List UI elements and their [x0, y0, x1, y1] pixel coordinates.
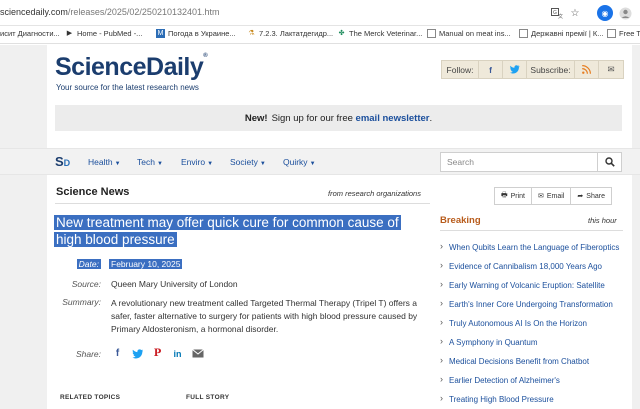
date-label: Date:: [76, 259, 101, 269]
bookmark-item[interactable]: Free T: [607, 29, 640, 38]
breaking-item[interactable]: Treating High Blood Pressure: [440, 393, 625, 405]
twitter-follow-button[interactable]: [503, 61, 527, 78]
follow-subscribe-bar: Follow: f Subscribe: ✉: [441, 60, 624, 79]
bookmark-item[interactable]: Manual on meat ins...: [427, 29, 511, 38]
main-nav-bar: SD Health ▼ Tech ▼ Enviro ▼ Society ▼ Quirky…: [0, 148, 640, 175]
sd-small-logo[interactable]: SD: [55, 154, 70, 169]
breaking-item[interactable]: Earth's Inner Core Undergoing Transforma…: [440, 298, 625, 310]
follow-label: Follow:: [442, 61, 479, 78]
printer-icon: 🖶: [501, 191, 508, 199]
breaking-item[interactable]: Early Warning of Volcanic Eruption: Sate…: [440, 279, 625, 291]
rss-icon: [582, 65, 591, 74]
caret-down-icon: ▼: [114, 161, 121, 167]
svg-text:G: G: [553, 10, 557, 16]
section-title: Science News: [56, 186, 130, 198]
svg-text:文: 文: [558, 13, 563, 19]
bookmark-item[interactable]: M Погода в Украине...: [156, 29, 236, 38]
newsletter-link[interactable]: email newsletter: [356, 113, 430, 124]
facebook-follow-button[interactable]: f: [479, 61, 503, 78]
url-text[interactable]: sciencedaily.com/releases/2025/02/250210…: [0, 7, 220, 17]
nav-society[interactable]: Society ▼: [230, 157, 266, 167]
envelope-icon: ✉: [538, 193, 544, 200]
breaking-item[interactable]: Earlier Detection of Alzheimer's: [440, 374, 625, 386]
email-share-icon[interactable]: [191, 347, 204, 360]
bookmark-item[interactable]: ✤ The Merck Veterinar...: [337, 29, 423, 38]
bookmark-item[interactable]: Державні премії | К...: [519, 29, 604, 38]
related-topics-tab[interactable]: RELATED TOPICS: [60, 394, 120, 401]
breaking-item[interactable]: Medical Decisions Benefit from Chatbot: [440, 355, 625, 367]
article-summary: A revolutionary new treatment called Tar…: [111, 298, 418, 334]
share-button[interactable]: ➦ Share: [571, 188, 611, 204]
divider: [55, 203, 430, 204]
article-headline: New treatment may offer quick cure for c…: [54, 215, 401, 247]
document-icon: [607, 29, 616, 38]
site-logo[interactable]: ScienceDaily®: [55, 53, 208, 82]
share-arrow-icon: ➦: [577, 193, 584, 200]
nav-quirky[interactable]: Quirky ▼: [283, 157, 316, 167]
breaking-news-list: When Qubits Learn the Language of Fibero…: [440, 241, 625, 409]
bookmark-star-icon[interactable]: ☆: [567, 5, 583, 21]
extension-icon[interactable]: ◉: [597, 5, 613, 21]
profile-avatar-icon[interactable]: [617, 5, 633, 21]
bookmark-item[interactable]: исит Диагности...: [0, 29, 60, 38]
bookmarks-bar: исит Диагности... ▶ Home - PubMed -... MП…: [0, 26, 640, 44]
article-date: February 10, 2025: [109, 259, 183, 269]
summary-label: Summary:: [62, 297, 101, 307]
facebook-share-icon[interactable]: f: [111, 347, 124, 360]
rss-subscribe-button[interactable]: [575, 61, 599, 78]
email-button[interactable]: ✉ Email: [532, 188, 572, 204]
breaking-time: this hour: [588, 216, 617, 225]
subscribe-label: Subscribe:: [527, 61, 575, 78]
twitter-icon: [509, 65, 519, 74]
caret-down-icon: ▼: [156, 161, 163, 167]
from-research-label: from research organizations: [328, 189, 421, 198]
share-icons: f P in: [111, 347, 204, 360]
breaking-item[interactable]: When Qubits Learn the Language of Fibero…: [440, 241, 625, 253]
article-source: Queen Mary University of London: [111, 279, 238, 289]
nav-enviro[interactable]: Enviro ▼: [181, 157, 213, 167]
bookmark-item[interactable]: ▶ Home - PubMed -...: [65, 29, 143, 38]
print-email-share-group: 🖶 Print ✉ Email ➦ Share: [494, 187, 612, 205]
linkedin-share-icon[interactable]: in: [171, 347, 184, 360]
share-label: Share:: [75, 349, 101, 359]
email-subscribe-button[interactable]: ✉: [599, 61, 623, 78]
caret-down-icon: ▼: [207, 161, 214, 167]
facebook-icon: f: [489, 64, 492, 75]
browser-address-bar[interactable]: sciencedaily.com/releases/2025/02/250210…: [0, 0, 640, 26]
site-tagline: Your source for the latest research news: [56, 83, 199, 92]
full-story-tab[interactable]: FULL STORY: [186, 394, 229, 401]
pubmed-icon: ▶: [66, 30, 73, 37]
envelope-icon: ✉: [607, 64, 615, 74]
newsletter-banner[interactable]: New! Sign up for our free email newslett…: [55, 105, 622, 131]
divider: [440, 230, 623, 231]
caret-down-icon: ▼: [309, 161, 316, 167]
merck-icon: ✤: [338, 30, 345, 37]
breaking-item[interactable]: Truly Autonomous AI Is On the Horizon: [440, 317, 625, 329]
breaking-item[interactable]: A Symphony in Quantum: [440, 336, 625, 348]
twitter-share-icon[interactable]: [131, 347, 144, 360]
source-label: Source:: [71, 279, 101, 289]
print-button[interactable]: 🖶 Print: [495, 188, 533, 204]
weather-icon: M: [156, 29, 165, 38]
document-icon: [427, 29, 436, 38]
breaking-item[interactable]: Evidence of Cannibalism 18,000 Years Ago: [440, 260, 625, 272]
caret-down-icon: ▼: [259, 161, 266, 167]
nav-health[interactable]: Health ▼: [88, 157, 121, 167]
breaking-title: Breaking: [440, 215, 481, 226]
flask-icon: ⚗: [248, 30, 255, 37]
nav-tech[interactable]: Tech ▼: [137, 157, 163, 167]
pinterest-share-icon[interactable]: P: [151, 347, 164, 360]
search-icon: [604, 157, 615, 167]
translate-icon[interactable]: G文: [549, 5, 565, 21]
search-button[interactable]: [598, 152, 622, 172]
search-input[interactable]: Search: [440, 152, 598, 172]
document-icon: [519, 29, 528, 38]
bookmark-item[interactable]: ⚗ 7.2.3. Лактатдегидр...: [247, 29, 333, 38]
